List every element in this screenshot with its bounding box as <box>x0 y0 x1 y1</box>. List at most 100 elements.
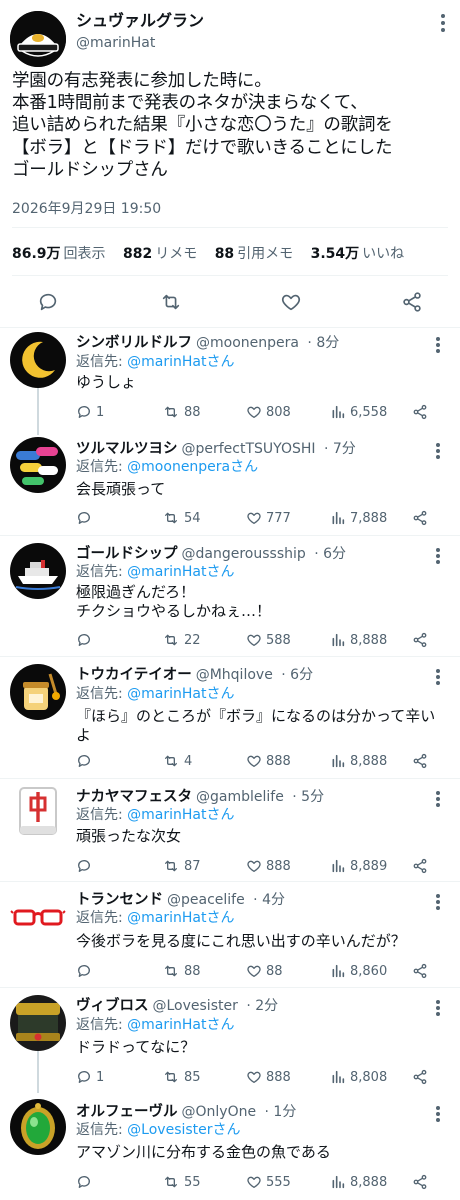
reply-author-handle[interactable]: @peacelife <box>167 892 245 908</box>
retweets-count[interactable]: 882 <box>123 246 152 262</box>
reply-to-link[interactable]: @marinHatさん <box>127 1017 234 1033</box>
reply-author-name[interactable]: ナカヤマフェスタ <box>76 789 192 805</box>
avatar[interactable] <box>10 543 66 599</box>
tweet-timestamp[interactable]: 2026年9月29日 19:50 <box>12 198 161 218</box>
like-button[interactable]: 777 <box>246 509 291 527</box>
reply-time[interactable]: · 2分 <box>246 998 278 1014</box>
share-button[interactable] <box>412 403 432 421</box>
reply-time[interactable]: · 6分 <box>314 546 346 562</box>
reply-button[interactable] <box>76 752 96 770</box>
reply-to-link[interactable]: @marinHatさん <box>127 686 234 702</box>
retweet-button[interactable]: 4 <box>162 752 192 770</box>
views-button[interactable]: 7,888 <box>330 509 387 527</box>
retweet-icon[interactable] <box>157 288 185 316</box>
avatar[interactable] <box>10 11 66 67</box>
retweet-button[interactable]: 55 <box>162 1173 201 1191</box>
reply-to-link[interactable]: @moonenperaさん <box>127 459 258 475</box>
views-button[interactable]: 8,888 <box>330 631 387 649</box>
reply-author-name[interactable]: シンボリルドルフ <box>76 335 192 351</box>
author-name[interactable]: シュヴァルグラン <box>76 11 204 31</box>
avatar[interactable] <box>10 664 66 720</box>
avatar[interactable] <box>10 995 66 1051</box>
reply-author-handle[interactable]: @Lovesister <box>153 998 238 1014</box>
reply-author-handle[interactable]: @dangeroussship <box>182 546 306 562</box>
retweets-label[interactable]: リメモ <box>155 246 197 262</box>
share-button[interactable] <box>412 752 432 770</box>
views-button[interactable]: 8,860 <box>330 962 387 980</box>
reply-author-handle[interactable]: @perfectTSUYOSHI <box>182 441 316 457</box>
share-icon[interactable] <box>398 288 426 316</box>
like-button[interactable]: 888 <box>246 857 291 875</box>
retweet-button[interactable]: 22 <box>162 631 201 649</box>
more-options-icon[interactable] <box>436 548 440 564</box>
reply-to-link[interactable]: @marinHatさん <box>127 910 234 926</box>
reply-button[interactable] <box>76 631 96 649</box>
more-options-icon[interactable] <box>436 791 440 807</box>
reply-button[interactable]: 1 <box>76 1068 104 1086</box>
like-button[interactable]: 888 <box>246 752 291 770</box>
reply-tweet[interactable]: ナカヤマフェスタ @gamblelife · 5分 返信先: @marinHatさ… <box>0 778 460 881</box>
more-options-icon[interactable] <box>436 443 440 459</box>
like-button[interactable]: 555 <box>246 1173 291 1191</box>
reply-to-link[interactable]: @marinHatさん <box>127 354 234 370</box>
more-options-icon[interactable] <box>436 1106 440 1122</box>
reply-to-link[interactable]: @Lovesisterさん <box>127 1122 240 1138</box>
reply-time[interactable]: · 4分 <box>253 892 285 908</box>
retweet-button[interactable]: 88 <box>162 962 201 980</box>
reply-author-handle[interactable]: @OnlyOne <box>182 1104 257 1120</box>
share-button[interactable] <box>412 1068 432 1086</box>
like-button[interactable]: 888 <box>246 1068 291 1086</box>
retweet-button[interactable]: 87 <box>162 857 201 875</box>
reply-icon[interactable] <box>34 288 62 316</box>
reply-button[interactable] <box>76 1173 96 1191</box>
reply-time[interactable]: · 6分 <box>281 667 313 683</box>
share-button[interactable] <box>412 857 432 875</box>
share-button[interactable] <box>412 962 432 980</box>
reply-tweet[interactable]: ツルマルツヨシ @perfectTSUYOSHI · 7分 返信先: @moone… <box>0 435 460 535</box>
reply-author-handle[interactable]: @Mhqilove <box>196 667 273 683</box>
reply-tweet[interactable]: ゴールドシップ @dangeroussship · 6分 返信先: @marinH… <box>0 535 460 656</box>
like-button[interactable]: 588 <box>246 631 291 649</box>
reply-tweet[interactable]: トウカイテイオー @Mhqilove · 6分 返信先: @marinHatさん … <box>0 656 460 778</box>
avatar[interactable] <box>10 332 66 388</box>
share-button[interactable] <box>412 631 432 649</box>
views-button[interactable]: 8,808 <box>330 1068 387 1086</box>
reply-button[interactable] <box>76 857 96 875</box>
more-options-icon[interactable] <box>436 1000 440 1016</box>
retweet-button[interactable]: 54 <box>162 509 201 527</box>
reply-time[interactable]: · 8分 <box>307 335 339 351</box>
reply-button[interactable] <box>76 962 96 980</box>
likes-count[interactable]: 3.54万 <box>311 246 360 262</box>
quotes-count[interactable]: 88 <box>215 246 234 262</box>
reply-author-name[interactable]: ツルマルツヨシ <box>76 441 178 457</box>
more-options-icon[interactable] <box>441 14 445 32</box>
like-button[interactable]: 88 <box>246 962 283 980</box>
avatar[interactable] <box>10 889 66 945</box>
reply-author-handle[interactable]: @gamblelife <box>196 789 284 805</box>
reply-tweet[interactable]: オルフェーヴル @OnlyOne · 1分 返信先: @Lovesisterさん … <box>0 1093 460 1200</box>
like-icon[interactable] <box>277 288 305 316</box>
reply-author-name[interactable]: オルフェーヴル <box>76 1104 178 1120</box>
views-button[interactable]: 6,558 <box>330 403 387 421</box>
views-button[interactable]: 8,888 <box>330 1173 387 1191</box>
reply-author-name[interactable]: ゴールドシップ <box>76 546 178 562</box>
reply-author-handle[interactable]: @moonenpera <box>196 335 299 351</box>
avatar[interactable] <box>10 1099 66 1155</box>
reply-to-link[interactable]: @marinHatさん <box>127 564 234 580</box>
more-options-icon[interactable] <box>436 337 440 353</box>
views-button[interactable]: 8,889 <box>330 857 387 875</box>
like-button[interactable]: 808 <box>246 403 291 421</box>
views-button[interactable]: 8,888 <box>330 752 387 770</box>
reply-author-name[interactable]: トウカイテイオー <box>76 667 192 683</box>
reply-tweet[interactable]: ヴィブロス @Lovesister · 2分 返信先: @marinHatさん ド… <box>0 987 460 1093</box>
reply-button[interactable] <box>76 509 96 527</box>
reply-time[interactable]: · 7分 <box>324 441 356 457</box>
reply-button[interactable]: 1 <box>76 403 104 421</box>
reply-time[interactable]: · 1分 <box>265 1104 297 1120</box>
more-options-icon[interactable] <box>436 669 440 685</box>
avatar[interactable] <box>10 437 66 493</box>
reply-to-link[interactable]: @marinHatさん <box>127 807 234 823</box>
reply-author-name[interactable]: トランセンド <box>76 892 163 908</box>
quotes-label[interactable]: 引用メモ <box>237 246 293 262</box>
author-handle[interactable]: @marinHat <box>76 34 155 52</box>
